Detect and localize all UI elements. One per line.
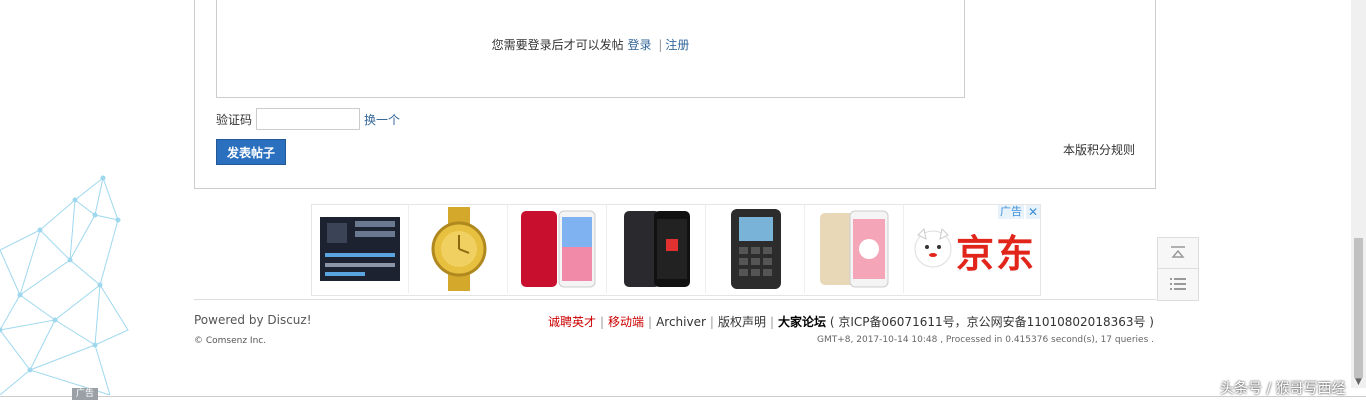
bottom-ad-badge: 广告 — [72, 388, 99, 400]
powered-by-link[interactable]: Powered by Discuz! — [194, 313, 312, 327]
footer-divider — [194, 299, 1156, 300]
ad-banner[interactable]: 京东 广告 ✕ — [311, 204, 1041, 296]
reply-panel: 您需要登录后才可以发帖 登录 | 注册 验证码 换一个 发表帖子 本版积分规则 — [194, 0, 1156, 189]
login-link[interactable]: 登录 — [627, 38, 651, 52]
floating-toolbar — [1157, 237, 1199, 301]
bottom-edge — [0, 396, 1366, 402]
submit-post-button[interactable]: 发表帖子 — [216, 139, 286, 165]
footer-link-jobs[interactable]: 诚聘英才 — [548, 315, 596, 329]
captcha-refresh-link[interactable]: 换一个 — [364, 111, 400, 128]
site-name: 大家论坛 — [778, 315, 827, 329]
watermark-text: 头条号 / 猴哥写西经 — [1220, 381, 1346, 397]
footer-link-copyright[interactable]: 版权声明 — [718, 315, 766, 329]
jd-brand-text: 京东 — [955, 231, 1036, 276]
list-icon — [1170, 278, 1186, 290]
icp-link[interactable]: ( 京ICP备06071611号，京公网安备11010802018363号 ) — [830, 315, 1154, 329]
runtime-info: GMT+8, 2017-10-14 10:48 , Processed in 0… — [817, 335, 1154, 345]
login-prompt-text: 您需要登录后才可以发帖 — [491, 38, 624, 52]
scroll-down-icon[interactable]: ▼ — [1351, 377, 1366, 392]
forum-rules-link[interactable]: 本版积分规则 — [1063, 141, 1135, 158]
scrollbar-thumb[interactable] — [1354, 238, 1363, 378]
ad-gold-watch-image[interactable] — [411, 205, 508, 293]
separator: | — [658, 38, 663, 52]
register-link[interactable]: 注册 — [665, 38, 689, 52]
network-background-decoration — [0, 175, 129, 395]
back-to-top-icon — [1171, 246, 1185, 258]
captcha-row: 验证码 换一个 — [216, 108, 400, 130]
copyright-text: © Comsenz Inc. — [194, 336, 267, 346]
thread-list-button[interactable] — [1158, 268, 1198, 299]
footer-links: 诚聘英才 | 移动端 | Archiver | 版权声明 | 大家论坛 ( 京ICP备06071… — [547, 315, 1154, 329]
ad-jd-banner[interactable]: 京东 广告 ✕ — [906, 205, 1040, 295]
captcha-input[interactable] — [256, 108, 361, 130]
back-to-top-button[interactable] — [1158, 238, 1198, 268]
ad-black-smartphone-image[interactable] — [609, 205, 706, 293]
jd-mascot-icon — [914, 227, 952, 268]
ad-red-iphone-image[interactable] — [510, 205, 607, 293]
captcha-label: 验证码 — [216, 112, 253, 127]
ad-close-icon[interactable]: ✕ — [1026, 205, 1040, 219]
ad-motherboard-image[interactable] — [312, 205, 409, 293]
ad-rugged-phone-image[interactable] — [708, 205, 805, 293]
footer-link-mobile[interactable]: 移动端 — [608, 315, 644, 329]
ad-label: 广告 — [998, 205, 1024, 219]
editor-area[interactable]: 您需要登录后才可以发帖 登录 | 注册 — [216, 0, 965, 98]
ad-gold-smartphone-image[interactable] — [807, 205, 904, 293]
login-prompt: 您需要登录后才可以发帖 登录 | 注册 — [217, 36, 964, 53]
footer-link-archiver[interactable]: Archiver — [656, 315, 706, 329]
page-scrollbar[interactable]: ▼ — [1351, 0, 1366, 388]
